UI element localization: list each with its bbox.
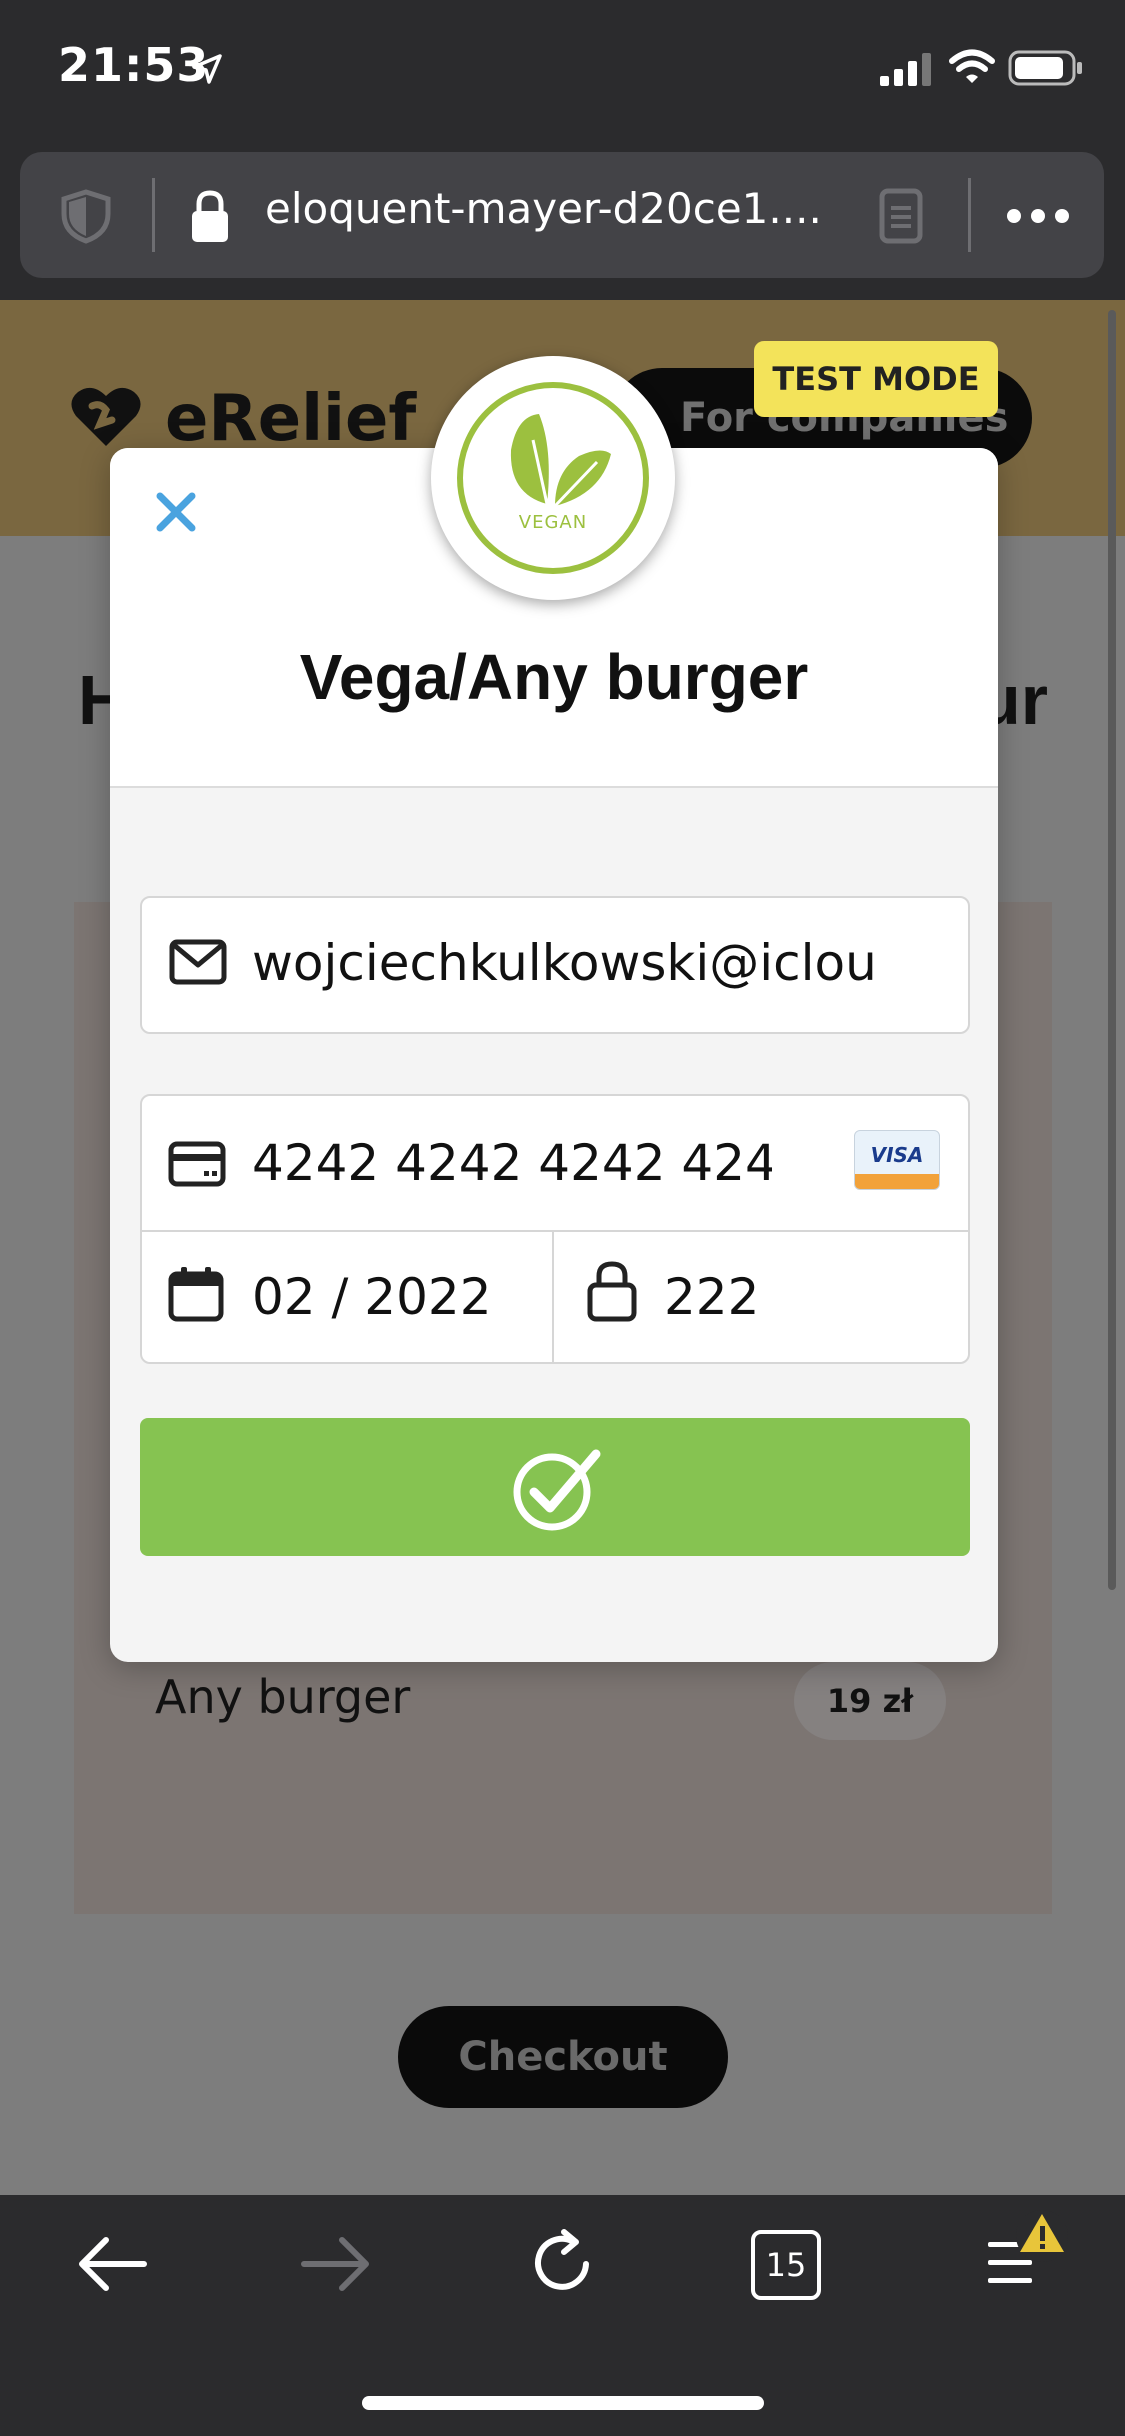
page-scrollbar[interactable] <box>1108 310 1116 1590</box>
lock-icon <box>192 190 228 242</box>
location-arrow-icon <box>192 54 222 84</box>
vegan-leaf-icon <box>457 382 649 574</box>
cvc-input[interactable]: 222 <box>664 1268 944 1326</box>
url-divider <box>152 178 155 252</box>
reader-view-icon[interactable] <box>878 188 924 244</box>
lock-icon <box>587 1261 637 1322</box>
card-divider <box>552 1232 554 1362</box>
vegan-logo-text: VEGAN <box>518 512 588 533</box>
mail-icon <box>169 939 227 985</box>
card-divider <box>142 1230 968 1232</box>
status-time: 21:53 <box>58 38 210 92</box>
more-menu-icon[interactable] <box>1006 206 1070 226</box>
home-indicator <box>362 2396 764 2410</box>
shield-icon[interactable] <box>58 188 114 244</box>
wifi-icon <box>949 49 995 83</box>
test-mode-badge: TEST MODE <box>754 341 998 417</box>
email-input[interactable]: wojciechkulkowski@iclou <box>252 934 952 992</box>
visa-card-badge: VISA <box>854 1130 940 1190</box>
card-number-input[interactable]: 4242 4242 4242 4242 <box>252 1134 772 1192</box>
calendar-icon <box>168 1267 224 1322</box>
tabs-button[interactable]: 15 <box>751 2230 821 2300</box>
close-icon[interactable] <box>150 486 202 538</box>
reload-icon[interactable] <box>528 2228 598 2298</box>
erelief-logo-icon[interactable] <box>70 384 142 450</box>
checkmark-icon <box>513 1449 601 1531</box>
url-divider <box>968 178 971 252</box>
back-arrow-icon[interactable] <box>76 2232 148 2296</box>
url-text[interactable]: eloquent-mayer-d20ce1.... <box>265 184 822 233</box>
visa-logo-text: VISA <box>870 1143 924 1167</box>
forward-arrow-icon[interactable] <box>300 2232 372 2296</box>
modal-title: Vega/Any burger <box>299 641 809 713</box>
expiry-input[interactable]: 02 / 2022 <box>252 1268 532 1326</box>
menu-warning-icon[interactable] <box>984 2210 1070 2300</box>
brand-name[interactable]: eRelief <box>165 382 416 456</box>
checkout-button[interactable]: Checkout <box>398 2006 728 2108</box>
payment-modal: Vega/Any burger wojciechkulkowski@iclou … <box>110 448 998 1662</box>
product-price[interactable]: 19 zł <box>794 1662 946 1740</box>
product-name[interactable]: Any burger <box>155 1670 410 1724</box>
signal-icon <box>880 53 931 86</box>
battery-icon <box>1008 50 1082 86</box>
credit-card-icon <box>168 1141 226 1187</box>
